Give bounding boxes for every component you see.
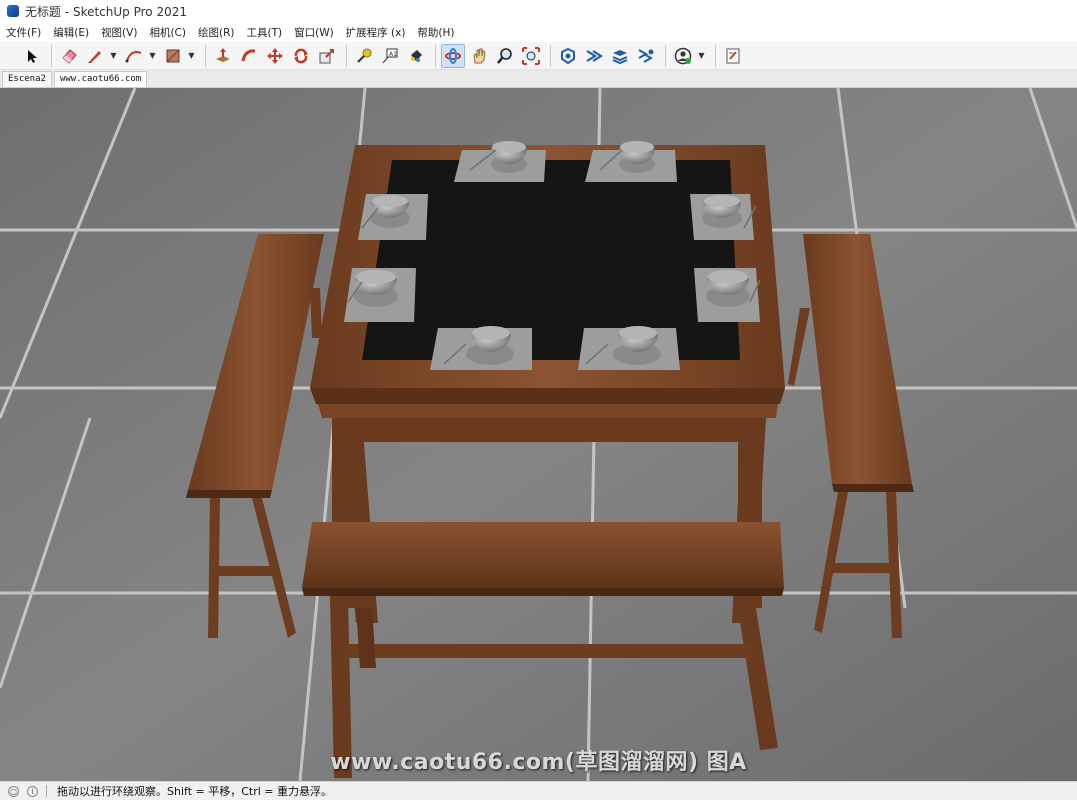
menu-tools[interactable]: 工具(T) <box>246 25 282 40</box>
menu-view[interactable]: 视图(V) <box>101 25 137 40</box>
window-title: 无标题 - SketchUp Pro 2021 <box>25 4 187 19</box>
paint-bucket-icon[interactable] <box>404 44 428 68</box>
scene-tab-escena2[interactable]: Escena2 <box>2 71 52 87</box>
toolbar-separator <box>205 44 206 67</box>
move-icon[interactable] <box>263 44 287 68</box>
zoom-icon[interactable] <box>493 44 517 68</box>
eraser-icon[interactable] <box>57 44 81 68</box>
sketchup-logo-icon <box>7 5 19 17</box>
model-render <box>0 88 1077 781</box>
scene-tabs: Escena2 www.caotu66.com <box>0 70 1077 88</box>
orbit-icon[interactable] <box>441 43 465 68</box>
toolbar-separator <box>51 44 52 67</box>
follow-me-icon[interactable] <box>237 44 261 68</box>
toolbar-separator <box>550 44 551 67</box>
scale-icon[interactable] <box>315 44 339 68</box>
toolbar-separator <box>346 44 347 67</box>
menu-help[interactable]: 帮助(H) <box>417 25 454 40</box>
toolbar-separator <box>665 44 666 67</box>
rotate-icon[interactable] <box>289 44 313 68</box>
status-hint-text: 拖动以进行环绕观察。Shift = 平移，Ctrl = 重力悬浮。 <box>57 785 332 798</box>
main-toolbar: ▼ ▼ ▼ A1 ▼ <box>0 42 1077 70</box>
chevron-down-icon[interactable]: ▼ <box>148 44 157 68</box>
push-pull-icon[interactable] <box>211 44 235 68</box>
watermark-text: www.caotu66.com(草图溜溜网) 图A <box>330 750 747 775</box>
menu-camera[interactable]: 相机(C) <box>149 25 186 40</box>
pencil-line-icon[interactable] <box>83 44 107 68</box>
menu-edit[interactable]: 编辑(E) <box>53 25 89 40</box>
text-icon[interactable]: A1 <box>378 44 402 68</box>
menu-bar: 文件(F) 编辑(E) 视图(V) 相机(C) 绘图(R) 工具(T) 窗口(W… <box>0 22 1077 42</box>
3d-warehouse-icon[interactable] <box>556 44 580 68</box>
scene-tab-caotu66[interactable]: www.caotu66.com <box>53 71 148 87</box>
toolbar-separator <box>715 44 716 67</box>
svg-text:A1: A1 <box>389 51 397 58</box>
zoom-extents-icon[interactable] <box>519 44 543 68</box>
layout-icon[interactable] <box>608 44 632 68</box>
chevron-down-icon[interactable]: ▼ <box>697 44 706 68</box>
menu-draw[interactable]: 绘图(R) <box>198 25 235 40</box>
tablecloth <box>362 160 740 360</box>
extension-manager-icon[interactable] <box>634 44 658 68</box>
menu-window[interactable]: 窗口(W) <box>294 25 334 40</box>
rectangle-shape-icon[interactable] <box>161 44 185 68</box>
select-arrow-icon[interactable] <box>20 44 44 68</box>
status-bar: ○ i 拖动以进行环绕观察。Shift = 平移，Ctrl = 重力悬浮。 <box>0 781 1077 800</box>
tape-measure-icon[interactable] <box>352 44 376 68</box>
chevron-down-icon[interactable]: ▼ <box>187 44 196 68</box>
sketchup-window: 无标题 - SketchUp Pro 2021 文件(F) 编辑(E) 视图(V… <box>0 0 1077 800</box>
title-bar: 无标题 - SketchUp Pro 2021 <box>0 0 1077 22</box>
send-to-layout-icon[interactable] <box>721 44 745 68</box>
menu-file[interactable]: 文件(F) <box>6 25 41 40</box>
pan-icon[interactable] <box>467 44 491 68</box>
3d-viewport[interactable]: www.caotu66.com(草图溜溜网) 图A <box>0 88 1077 781</box>
chevron-down-icon[interactable]: ▼ <box>109 44 118 68</box>
status-separator <box>46 785 47 797</box>
menu-extensions[interactable]: 扩展程序 (x) <box>346 25 406 40</box>
toolbar-separator <box>435 44 436 67</box>
info-icon[interactable]: i <box>27 785 38 797</box>
profile-account-icon[interactable] <box>671 44 695 68</box>
geolocation-icon[interactable]: ○ <box>8 785 19 797</box>
extension-warehouse-icon[interactable] <box>582 44 606 68</box>
arc-icon[interactable] <box>122 44 146 68</box>
